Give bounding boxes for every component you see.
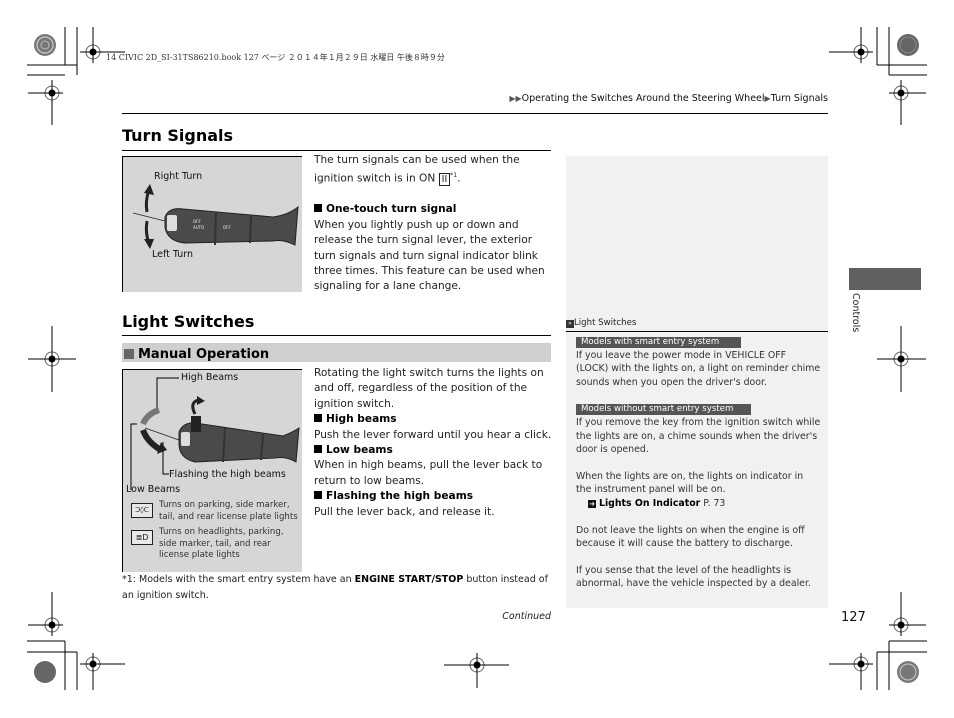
section-title-light-switches: Light Switches [122,312,255,331]
sidebar-text-indicator: When the lights are on, the lights on in… [576,470,804,496]
badge-without-smart-entry: Models without smart entry system [576,404,752,416]
sidebar-body: Models with smart entry system If you le… [576,335,821,591]
figure-legend: ᑐ◊ᑕ Turns on parking, side marker, tail,… [131,500,299,562]
sidebar-text-without-smart-entry: If you remove the key from the ignition … [576,416,821,456]
crosshair-mark [28,80,63,125]
label-flashing-high-beams: Flashing the high beams [169,469,286,480]
subheading-high-beams: High beams [314,412,554,427]
turn-signal-lever-illustration: OFF AUTO OFF [132,184,299,249]
legend-item: ≣D Turns on headlights, parking, side ma… [131,527,299,562]
print-file-header: 14 CIVIC 2D_SI-31TS86210.book 127 ページ ２０… [106,53,445,62]
crosshair-mark [889,80,926,125]
registration-dial-top-left [34,34,56,56]
square-bullet-icon [314,414,322,423]
crosshair-mark [80,653,125,690]
light-switch-figure: High Beams Flashing the high beams Low B… [122,369,302,572]
continued-label: Continued [502,611,551,622]
crosshair-mark [444,653,509,688]
breadcrumb: ▶▶Operating the Switches Around the Stee… [509,93,828,104]
chapter-tab-label: Controls [850,293,861,333]
crosshair-mark [877,326,926,392]
label-left-turn: Left Turn [152,249,194,260]
breadcrumb-item[interactable]: Turn Signals [771,93,828,104]
sidebar-text-with-smart-entry: If you leave the power mode in VEHICLE O… [576,349,821,388]
breadcrumb-item[interactable]: Operating the Switches Around the Steeri… [522,93,765,104]
registration-dial-top-right [897,34,919,56]
label-high-beams: High Beams [181,372,239,383]
double-arrow-icon: ▶▶ [509,94,522,103]
light-switches-body: Rotating the light switch turns the ligh… [314,366,554,520]
subheading-one-touch: One-touch turn signal [314,202,554,217]
badge-with-smart-entry: Models with smart entry system [576,337,742,348]
turn-signals-intro: The turn signals can be used when the ig… [314,154,520,186]
section-title-turn-signals: Turn Signals [122,126,234,145]
page-number: 127 [841,610,866,625]
square-bullet-icon [314,491,322,500]
lights-on-indicator-link[interactable]: ➔ Lights On Indicator P. 73 [576,497,821,511]
footnote: *1: Models with the smart entry system h… [122,574,548,601]
square-bullet-icon [314,204,322,213]
crosshair-mark [829,27,873,63]
subheading-low-beams: Low beams [314,443,554,458]
svg-text:AUTO: AUTO [193,225,204,230]
headlights-icon: ≣D [131,530,153,545]
label-right-turn: Right Turn [154,171,203,182]
label-low-beams: Low Beams [126,484,181,495]
ignition-on-symbol: II [438,172,451,186]
low-beams-text: When in high beams, pull the lever back … [314,459,543,487]
turn-signals-body: The turn signals can be used when the ig… [314,153,554,295]
header-divider [122,113,828,114]
square-bullet-icon [124,349,134,359]
section-divider [122,335,551,336]
sidebar-divider [566,331,828,332]
legend-item: ᑐ◊ᑕ Turns on parking, side marker, tail,… [131,500,299,523]
svg-text:OFF: OFF [223,225,231,230]
high-beams-text: Push the lever forward until you hear a … [314,428,552,441]
chapter-tab[interactable] [849,268,921,290]
subheading-flashing: Flashing the high beams [314,489,554,504]
square-bullet-icon [314,445,322,454]
sidebar-text-battery: Do not leave the lights on when the engi… [576,524,805,550]
sidebar-heading: » Light Switches [566,318,636,328]
turn-signal-lever-figure: OFF AUTO OFF Right Turn Left Turn [122,156,302,292]
registration-dial-bottom-left [34,661,56,683]
page-reference-arrow-icon: ➔ [588,499,596,508]
manual-operation-heading: Manual Operation [138,347,270,362]
crosshair-mark [28,592,63,636]
one-touch-text: When you lightly push up or down and rel… [314,218,545,293]
manual-operation-bar: Manual Operation [122,343,551,362]
sidebar-text-dealer: If you sense that the level of the headl… [576,564,811,590]
crosshair-mark [28,326,76,392]
light-switches-intro: Rotating the light switch turns the ligh… [314,367,544,410]
section-divider [122,150,551,151]
parking-lights-icon: ᑐ◊ᑕ [131,503,153,518]
crosshair-mark [889,592,926,636]
light-switch-lever-illustration [130,377,300,490]
svg-text:OFF: OFF [193,219,201,224]
registration-dial-bottom-right [897,661,919,683]
crosshair-mark [829,653,873,690]
flashing-text: Pull the lever back, and release it. [314,505,495,518]
reference-icon: » [566,320,574,328]
